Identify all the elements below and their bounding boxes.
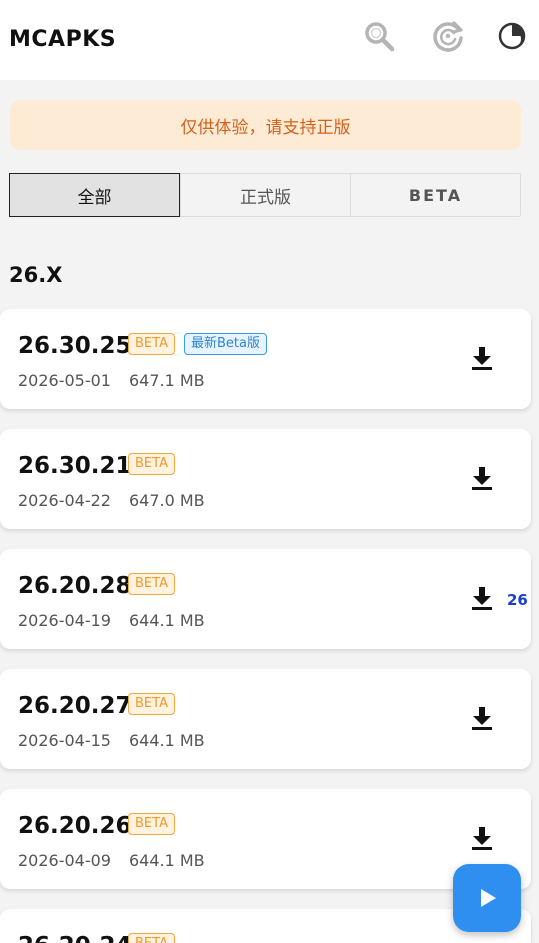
version-meta: 2026-04-09 644.1 MB — [18, 851, 205, 870]
release-date: 2026-04-15 — [18, 731, 111, 750]
version-card[interactable]: 26.20.24 BETA — [0, 909, 531, 943]
filter-segmented-control: 全部 正式版 BETA — [9, 173, 521, 217]
download-icon[interactable] — [470, 825, 494, 851]
version-meta: 2026-04-22 647.0 MB — [18, 491, 205, 510]
file-size: 647.1 MB — [128, 371, 205, 390]
tab-beta[interactable]: BETA — [350, 174, 520, 216]
version-card[interactable]: 26.20.27 BETA 2026-04-15 644.1 MB — [0, 669, 531, 769]
version-card[interactable]: 26.30.25 BETA 最新Beta版 2026-05-01 647.1 MB — [0, 309, 531, 409]
release-date: 2026-04-09 — [18, 851, 111, 870]
badge-group: BETA 最新Beta版 — [128, 333, 267, 355]
badge-group: BETA — [128, 813, 175, 835]
release-date: 2026-04-19 — [18, 611, 111, 630]
version-card[interactable]: 26.20.28 BETA 2026-04-19 644.1 MB 26 — [0, 549, 531, 649]
version-meta: 2026-05-01 647.1 MB — [18, 371, 205, 390]
file-size: 644.1 MB — [128, 731, 205, 750]
play-icon — [481, 889, 496, 907]
version-number: 26.30.25 — [18, 333, 132, 359]
download-icon[interactable] — [470, 585, 494, 611]
beta-badge: BETA — [128, 933, 175, 943]
beta-badge: BETA — [128, 453, 175, 475]
refresh-icon[interactable] — [430, 18, 466, 54]
download-icon[interactable] — [470, 345, 494, 371]
download-icon[interactable] — [470, 465, 494, 491]
file-size: 644.1 MB — [128, 851, 205, 870]
section-title: 26.X — [9, 263, 63, 287]
badge-group: BETA — [128, 573, 175, 595]
latest-beta-badge: 最新Beta版 — [183, 333, 267, 355]
file-size: 644.1 MB — [128, 611, 205, 630]
app-header: MCAPKS — [0, 0, 539, 80]
download-icon[interactable] — [470, 705, 494, 731]
version-number: 26.20.28 — [18, 573, 132, 599]
tab-release[interactable]: 正式版 — [180, 174, 350, 216]
badge-group: BETA — [128, 933, 175, 943]
beta-badge: BETA — [128, 693, 175, 715]
badge-group: BETA — [128, 693, 175, 715]
notice-banner: 仅供体验，请支持正版 — [10, 100, 521, 150]
beta-badge: BETA — [128, 573, 175, 595]
version-card[interactable]: 26.30.21 BETA 2026-04-22 647.0 MB — [0, 429, 531, 529]
badge-group: BETA — [128, 453, 175, 475]
tab-all[interactable]: 全部 — [9, 173, 180, 217]
notice-text: 仅供体验，请支持正版 — [180, 117, 351, 138]
version-card[interactable]: 26.20.26 BETA 2026-04-09 644.1 MB — [0, 789, 531, 889]
theme-toggle-icon[interactable] — [494, 18, 530, 54]
version-number: 26.30.21 — [18, 453, 132, 479]
file-size: 647.0 MB — [128, 491, 205, 510]
release-date: 2026-04-22 — [18, 491, 111, 510]
version-number: 26.20.27 — [18, 693, 132, 719]
release-date: 2026-05-01 — [18, 371, 111, 390]
version-meta: 2026-04-19 644.1 MB — [18, 611, 205, 630]
play-button[interactable] — [453, 864, 521, 932]
search-icon[interactable] — [361, 18, 397, 54]
version-number: 26.20.24 — [18, 933, 132, 943]
beta-badge: BETA — [128, 813, 175, 835]
version-meta: 2026-04-15 644.1 MB — [18, 731, 205, 750]
beta-badge: BETA — [128, 333, 175, 355]
download-count: 26 — [507, 591, 528, 609]
app-title: MCAPKS — [9, 27, 117, 52]
version-number: 26.20.26 — [18, 813, 132, 839]
